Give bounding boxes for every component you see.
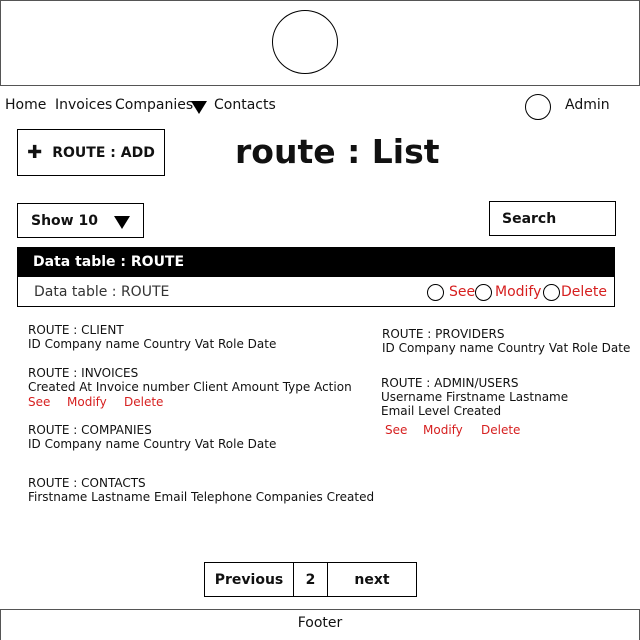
route-admin-users-fields-2: Email Level Created xyxy=(381,404,502,418)
modify-radio[interactable] xyxy=(475,284,492,301)
next-button[interactable]: next xyxy=(328,563,416,596)
route-contacts-title: ROUTE : CONTACTS xyxy=(28,476,146,490)
nav-contacts[interactable]: Contacts xyxy=(214,97,276,113)
previous-button[interactable]: Previous xyxy=(205,563,294,596)
invoices-delete-link[interactable]: Delete xyxy=(124,395,163,409)
delete-radio[interactable] xyxy=(543,284,560,301)
invoices-see-link[interactable]: See xyxy=(28,395,50,409)
admin-see-link[interactable]: See xyxy=(385,423,407,437)
route-invoices-block: ROUTE : INVOICES Created At Invoice numb… xyxy=(28,366,352,394)
route-admin-users-block: ROUTE : ADMIN/USERS Username Firstname L… xyxy=(381,376,568,418)
route-admin-users-fields-1: Username Firstname Lastname xyxy=(381,390,569,404)
admin-delete-link[interactable]: Delete xyxy=(481,423,520,437)
see-action[interactable]: See xyxy=(449,284,475,300)
chevron-down-icon xyxy=(114,216,130,229)
table-row-label: Data table : ROUTE xyxy=(34,284,170,300)
avatar[interactable] xyxy=(525,94,551,120)
route-client-title: ROUTE : CLIENT xyxy=(28,323,124,337)
add-route-button[interactable]: ✚ ROUTE : ADD xyxy=(17,129,165,176)
route-invoices-fields: Created At Invoice number Client Amount … xyxy=(28,380,352,394)
logo-icon[interactable] xyxy=(272,10,338,74)
nav-invoices[interactable]: Invoices xyxy=(55,97,112,113)
route-invoices-title: ROUTE : INVOICES xyxy=(28,366,139,380)
page-title: route : List xyxy=(235,132,440,171)
delete-action[interactable]: Delete xyxy=(561,284,607,300)
nav-home[interactable]: Home xyxy=(5,97,46,113)
route-companies-title: ROUTE : COMPANIES xyxy=(28,423,152,437)
search-label: Search xyxy=(502,211,557,227)
search-input[interactable]: Search xyxy=(489,201,616,236)
data-table-header: Data table : ROUTE xyxy=(17,247,615,277)
route-client-block: ROUTE : CLIENT ID Company name Country V… xyxy=(28,323,276,351)
route-admin-users-title: ROUTE : ADMIN/USERS xyxy=(381,376,519,390)
see-radio[interactable] xyxy=(427,284,444,301)
table-row: Data table : ROUTE See Modify Delete xyxy=(17,277,615,307)
route-providers-title: ROUTE : PROVIDERS xyxy=(382,327,505,341)
pagination: Previous 2 next xyxy=(204,562,417,597)
invoices-modify-link[interactable]: Modify xyxy=(67,395,107,409)
route-providers-fields: ID Company name Country Vat Role Date xyxy=(382,341,631,355)
page-number-button[interactable]: 2 xyxy=(294,563,328,596)
route-companies-block: ROUTE : COMPANIES ID Company name Countr… xyxy=(28,423,276,451)
route-contacts-fields: Firstname Lastname Email Telephone Compa… xyxy=(28,490,375,504)
footer: Footer xyxy=(0,609,640,640)
modify-action[interactable]: Modify xyxy=(495,284,541,300)
route-companies-fields: ID Company name Country Vat Role Date xyxy=(28,437,277,451)
show-entries-label: Show 10 xyxy=(31,213,98,229)
nav-companies[interactable]: Companies xyxy=(115,97,193,113)
route-providers-block: ROUTE : PROVIDERS ID Company name Countr… xyxy=(382,327,630,355)
plus-icon: ✚ xyxy=(27,141,43,163)
admin-modify-link[interactable]: Modify xyxy=(423,423,463,437)
companies-dropdown-icon[interactable] xyxy=(191,101,207,114)
route-contacts-block: ROUTE : CONTACTS Firstname Lastname Emai… xyxy=(28,476,374,504)
show-entries-select[interactable]: Show 10 xyxy=(17,203,144,238)
nav-user[interactable]: Admin xyxy=(565,97,610,113)
add-route-label: ROUTE : ADD xyxy=(52,144,155,161)
footer-label: Footer xyxy=(297,615,343,631)
data-table-header-label: Data table : ROUTE xyxy=(33,254,185,270)
route-client-fields: ID Company name Country Vat Role Date xyxy=(28,337,277,351)
